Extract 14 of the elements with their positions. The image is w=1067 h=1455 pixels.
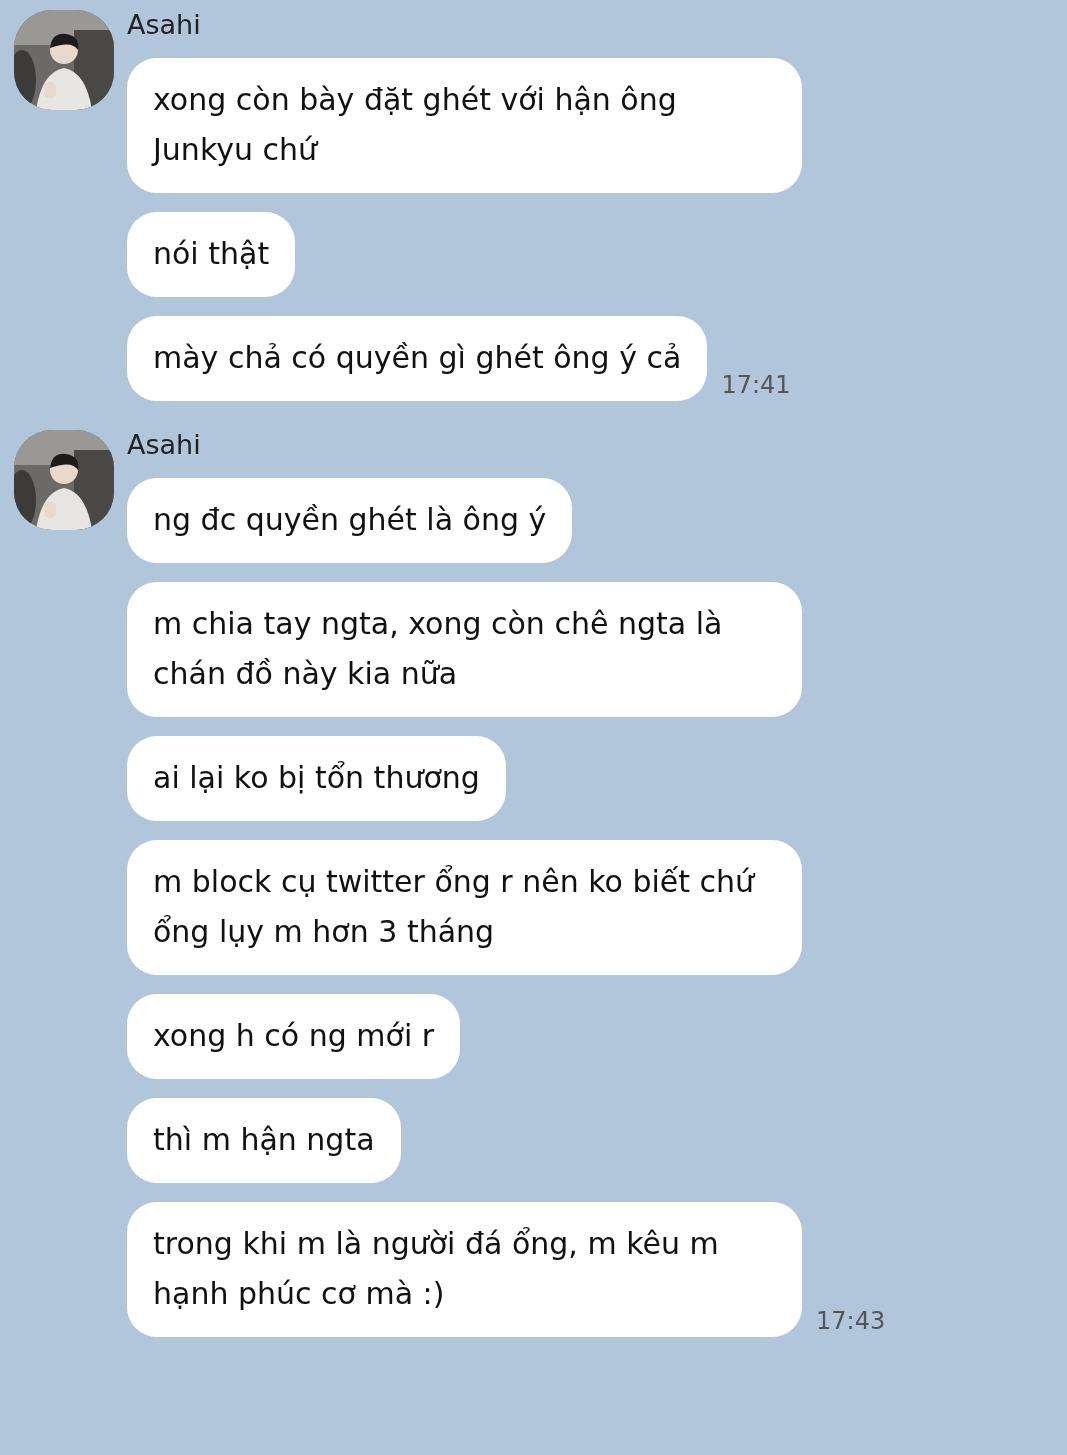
message-bubble: ai lại ko bị tổn thương — [127, 736, 506, 821]
message-bubble: trong khi m là người đá ổng, m kêu m hạnh phúc cơ mà :) — [127, 1202, 802, 1337]
message-bubble: thì m hận ngta — [127, 1098, 401, 1183]
sender-name: Asahi — [127, 430, 202, 460]
message-bubble: m block cụ twitter ổng r nên ko biết chứ ổng lụy m hơn 3 tháng — [127, 840, 802, 975]
message-bubble: nói thật — [127, 212, 296, 297]
timestamp: 17:41 — [721, 371, 791, 399]
message-bubble: xong còn bày đặt ghét với hận ông Junkyu chứ — [127, 58, 802, 193]
message-bubble: m chia tay ngta, xong còn chê ngta là chán đồ này kia nữa — [127, 582, 802, 717]
timestamp: 17:43 — [816, 1307, 886, 1335]
message-bubble: xong h có ng mới r — [127, 994, 461, 1079]
sender-name: Asahi — [127, 10, 202, 40]
message-bubble: ng đc quyền ghét là ông ý — [127, 478, 573, 563]
message-bubble: mày chả có quyền gì ghét ông ý cả — [127, 316, 708, 401]
